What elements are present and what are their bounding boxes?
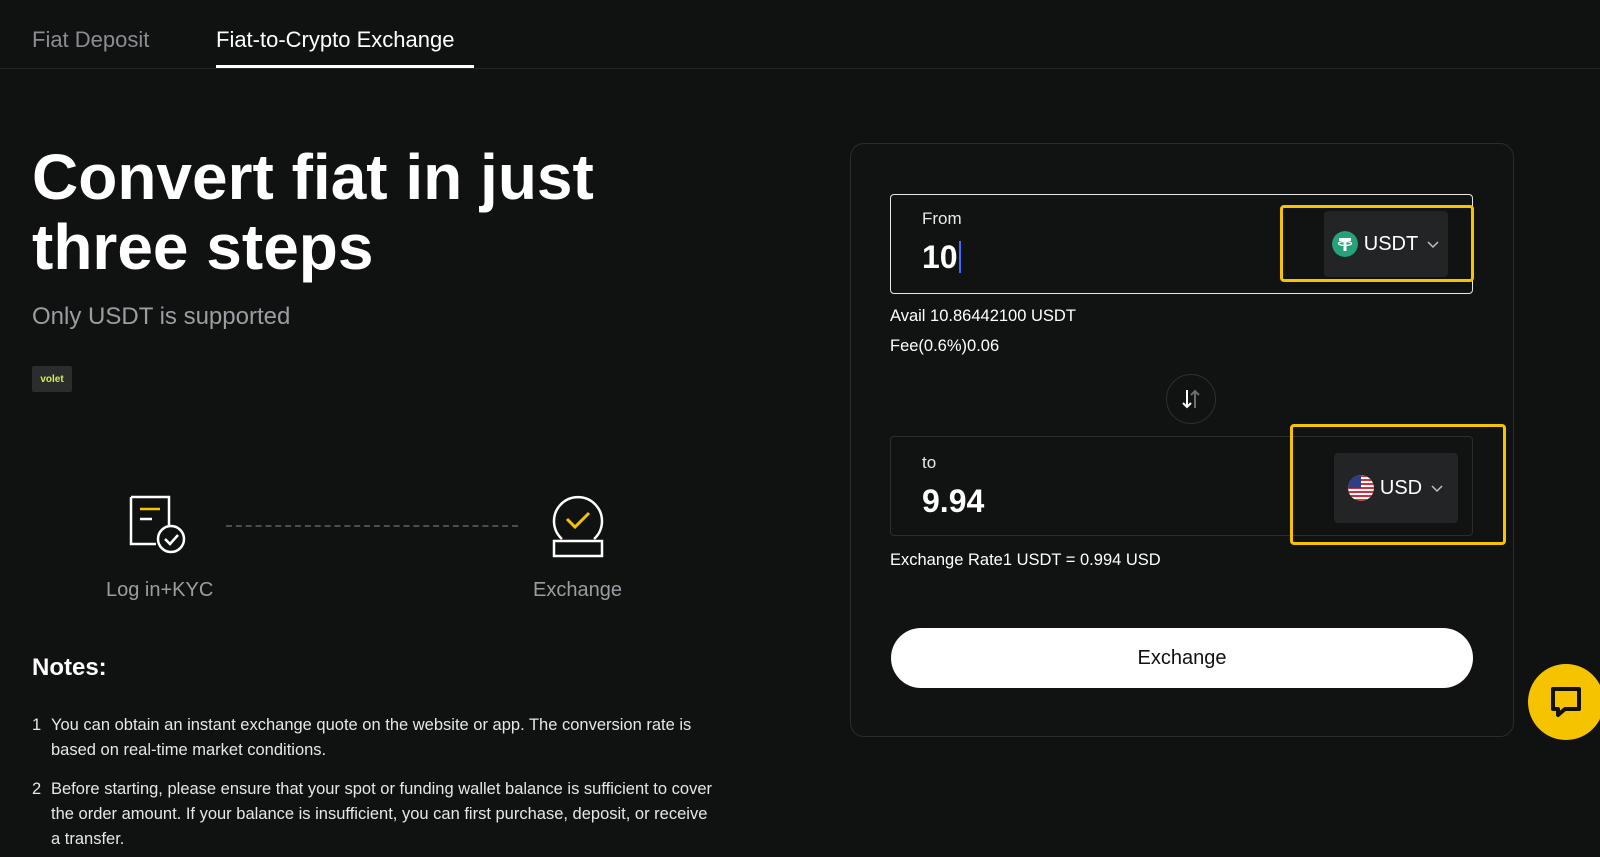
note-text: You can obtain an instant exchange quote… [51,716,692,759]
active-tab-indicator [216,65,474,68]
tab-fiat-deposit[interactable]: Fiat Deposit [32,27,149,53]
step-connector [226,525,518,527]
us-flag-icon [1347,475,1374,501]
chevron-down-icon [1431,485,1443,493]
chat-bubble-icon [1551,687,1581,717]
exchange-check-icon [552,495,604,558]
page-subtitle: Only USDT is supported [32,303,291,330]
support-chat-button[interactable] [1528,664,1600,740]
tab-fiat-to-crypto-exchange[interactable]: Fiat-to-Crypto Exchange [216,27,454,53]
step-label-exchange: Exchange [533,579,622,601]
note-number: 1 [32,716,42,734]
tether-icon [1331,231,1358,257]
to-label: to [922,453,937,472]
to-currency-label: USD [1379,476,1423,499]
from-currency-select[interactable]: USDT [1324,211,1448,277]
step-label-kyc: Log in+KYC [106,579,214,601]
from-amount-input[interactable]: 10 [922,239,961,276]
note-item: 2 Before starting, please ensure that yo… [32,777,712,852]
to-amount-value: 9.94 [922,483,985,519]
exchange-button[interactable]: Exchange [891,628,1473,688]
swap-direction-button[interactable] [1166,374,1216,424]
fee-info: Fee(0.6%)0.06 [890,337,1000,355]
volet-logo: volet [32,366,72,392]
note-item: 1 You can obtain an instant exchange quo… [32,713,712,763]
page-title: Convert fiat in just three steps [32,141,594,283]
available-balance: Avail 10.86442100 USDT [890,307,1076,325]
swap-arrows-icon [1182,389,1200,409]
from-label: From [922,209,962,228]
chevron-down-icon [1427,241,1439,249]
notes-title: Notes: [32,654,107,681]
to-currency-select[interactable]: USD [1334,453,1458,523]
from-currency-label: USDT [1363,232,1419,255]
note-text: Before starting, please ensure that your… [51,780,712,848]
text-caret [958,241,961,273]
note-number: 2 [32,780,42,798]
document-check-icon [129,495,186,554]
tab-bar: Fiat Deposit Fiat-to-Crypto Exchange [0,0,1600,69]
exchange-rate: Exchange Rate1 USDT = 0.994 USD [890,551,1161,569]
